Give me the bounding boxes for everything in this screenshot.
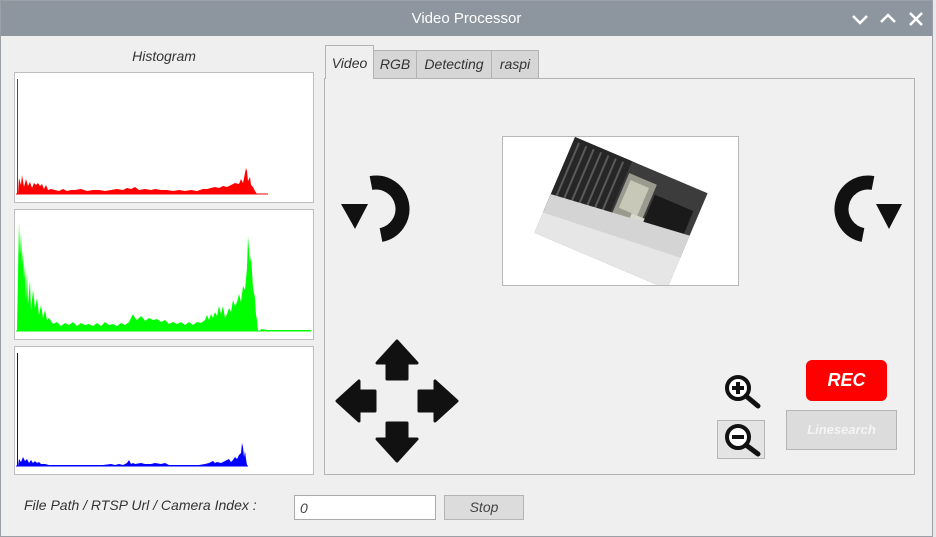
zoom-in-icon xyxy=(725,375,761,409)
maximize-button[interactable] xyxy=(878,9,898,29)
histogram-green-plot xyxy=(16,222,311,332)
source-label: File Path / RTSP Url / Camera Index : xyxy=(24,497,257,513)
rotate-right-button[interactable] xyxy=(821,169,903,243)
app-window: Video Processor Histogram Video RGB Dete… xyxy=(0,0,933,537)
source-input[interactable] xyxy=(294,495,436,520)
histogram-red-area xyxy=(16,79,271,194)
chevron-down-icon xyxy=(852,15,868,25)
minimize-button[interactable] xyxy=(850,9,870,29)
histogram-blue xyxy=(14,346,314,475)
close-button[interactable] xyxy=(906,9,926,29)
arrow-down-icon[interactable] xyxy=(375,421,419,463)
histogram-blue-plot xyxy=(16,353,248,467)
arrow-right-icon[interactable] xyxy=(417,379,459,423)
dpad-icon xyxy=(335,339,459,463)
chevron-up-icon xyxy=(880,13,896,23)
arrow-up-icon[interactable] xyxy=(375,339,419,381)
tab-rgb[interactable]: RGB xyxy=(373,50,417,78)
zoom-out-button[interactable] xyxy=(717,420,765,459)
histogram-title: Histogram xyxy=(132,48,196,64)
stop-button[interactable]: Stop xyxy=(444,495,524,520)
histogram-green-area xyxy=(16,222,311,331)
rotate-cw-icon xyxy=(834,175,902,242)
zoom-in-button[interactable] xyxy=(719,372,763,410)
zoom-out-icon xyxy=(725,424,761,457)
tab-raspi[interactable]: raspi xyxy=(491,50,539,78)
direction-pad xyxy=(335,339,459,463)
rotate-left-button[interactable] xyxy=(341,169,423,243)
linesearch-button[interactable]: Linesearch xyxy=(786,410,897,450)
arrow-left-icon[interactable] xyxy=(335,379,377,423)
tab-video[interactable]: Video xyxy=(325,45,374,79)
tab-detecting[interactable]: Detecting xyxy=(416,50,492,78)
histogram-blue-area xyxy=(16,353,248,466)
rotate-ccw-icon xyxy=(341,175,410,242)
close-icon xyxy=(909,12,923,26)
histogram-green xyxy=(14,209,314,340)
histogram-red xyxy=(14,72,314,203)
title-bar: Video Processor xyxy=(1,1,932,36)
video-preview xyxy=(502,136,739,286)
histogram-red-plot xyxy=(16,79,271,195)
window-title: Video Processor xyxy=(411,10,522,27)
rec-button[interactable]: REC xyxy=(806,360,887,401)
camera-frame-image xyxy=(534,137,708,285)
